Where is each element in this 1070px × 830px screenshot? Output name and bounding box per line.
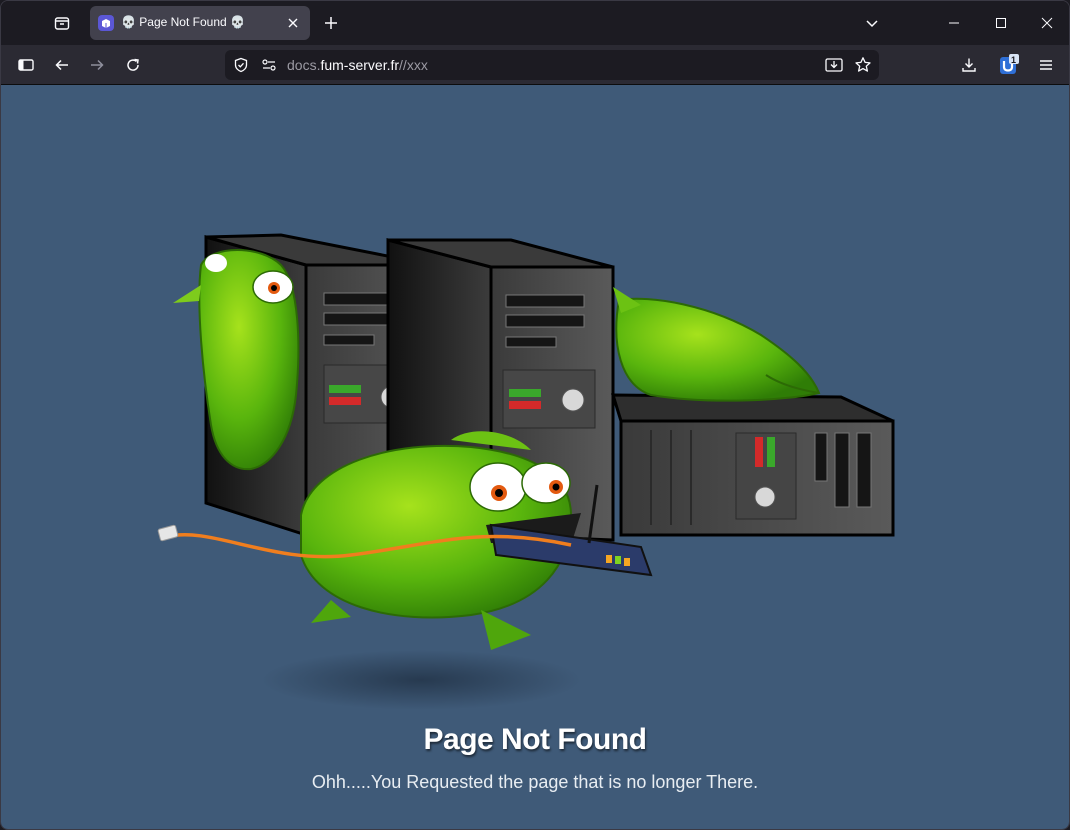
page-title: Page Not Found bbox=[423, 723, 647, 756]
close-window-button[interactable] bbox=[1024, 7, 1069, 39]
back-button[interactable] bbox=[50, 53, 74, 77]
menu-button[interactable] bbox=[1034, 53, 1058, 77]
reload-icon bbox=[127, 58, 139, 71]
install-icon[interactable] bbox=[825, 57, 843, 73]
navigation-toolbar: docs.fum-server.fr//xxx 1 bbox=[1, 45, 1069, 85]
tab-overview-icon bbox=[54, 17, 70, 30]
sidebar-button[interactable] bbox=[14, 53, 38, 77]
tab-title: 💀 Page Not Found 💀 bbox=[121, 15, 245, 29]
permissions-icon[interactable] bbox=[261, 57, 277, 73]
error-illustration bbox=[157, 233, 895, 710]
forward-button[interactable] bbox=[85, 53, 109, 77]
url-text[interactable]: docs.fum-server.fr//xxx bbox=[287, 57, 428, 73]
tab-bar: 💀 Page Not Found 💀 bbox=[1, 1, 1069, 45]
monster-climbing bbox=[173, 249, 300, 471]
monster-lying bbox=[613, 287, 821, 402]
url-host: fum-server.fr bbox=[320, 57, 400, 73]
browser-window: 💀 Page Not Found 💀 docs.fum-server.fr//x… bbox=[0, 0, 1070, 830]
ground-shadow bbox=[261, 650, 581, 710]
forward-icon bbox=[91, 59, 104, 71]
bookmark-star-icon[interactable] bbox=[854, 56, 872, 74]
error-message: Ohh.....You Requested the page that is n… bbox=[311, 772, 759, 792]
url-prefix: docs. bbox=[287, 57, 321, 73]
tab-favicon-icon bbox=[98, 15, 114, 31]
active-tab[interactable]: 💀 Page Not Found 💀 bbox=[90, 6, 310, 40]
tab-overview-button[interactable] bbox=[50, 11, 74, 35]
extension-button[interactable]: 1 bbox=[996, 51, 1022, 79]
list-all-tabs-button[interactable] bbox=[860, 11, 884, 35]
maximize-icon bbox=[996, 18, 1006, 28]
page-content: Page Not Found Ohh.....You Requested the… bbox=[1, 85, 1069, 829]
shield-icon[interactable] bbox=[233, 57, 249, 73]
new-tab-icon bbox=[325, 17, 337, 29]
close-window-icon bbox=[1041, 17, 1053, 29]
minimize-button[interactable] bbox=[931, 7, 977, 39]
reload-button[interactable] bbox=[121, 53, 145, 77]
sidebar-icon bbox=[18, 59, 34, 71]
url-path: //xxx bbox=[399, 57, 428, 73]
downloads-button[interactable] bbox=[957, 53, 981, 77]
minimize-icon bbox=[949, 22, 959, 24]
new-tab-button[interactable] bbox=[319, 11, 343, 35]
back-icon bbox=[55, 59, 68, 71]
address-bar[interactable]: docs.fum-server.fr//xxx bbox=[225, 50, 879, 80]
server-box-right bbox=[610, 393, 895, 537]
list-all-tabs-icon bbox=[866, 20, 878, 28]
menu-icon bbox=[1040, 60, 1052, 70]
maximize-button[interactable] bbox=[978, 7, 1024, 39]
downloads-icon bbox=[962, 58, 976, 72]
tab-close-icon[interactable] bbox=[284, 14, 302, 32]
extension-badge: 1 bbox=[1011, 55, 1017, 65]
